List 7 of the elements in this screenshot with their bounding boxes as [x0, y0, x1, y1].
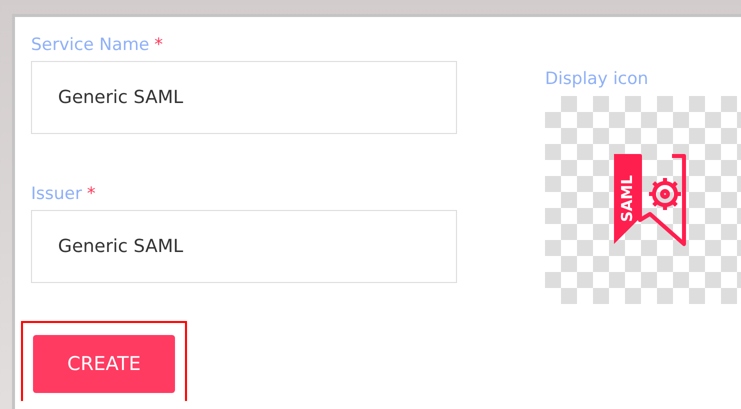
- required-mark: *: [86, 184, 96, 204]
- required-mark: *: [154, 35, 163, 55]
- field-label: Service Name: [31, 35, 150, 55]
- field-label: Issuer: [31, 184, 82, 204]
- display-icon-label: Display icon: [545, 69, 648, 89]
- input-field[interactable]: Generic SAML: [31, 210, 457, 283]
- input-field[interactable]: Generic SAML: [31, 61, 457, 134]
